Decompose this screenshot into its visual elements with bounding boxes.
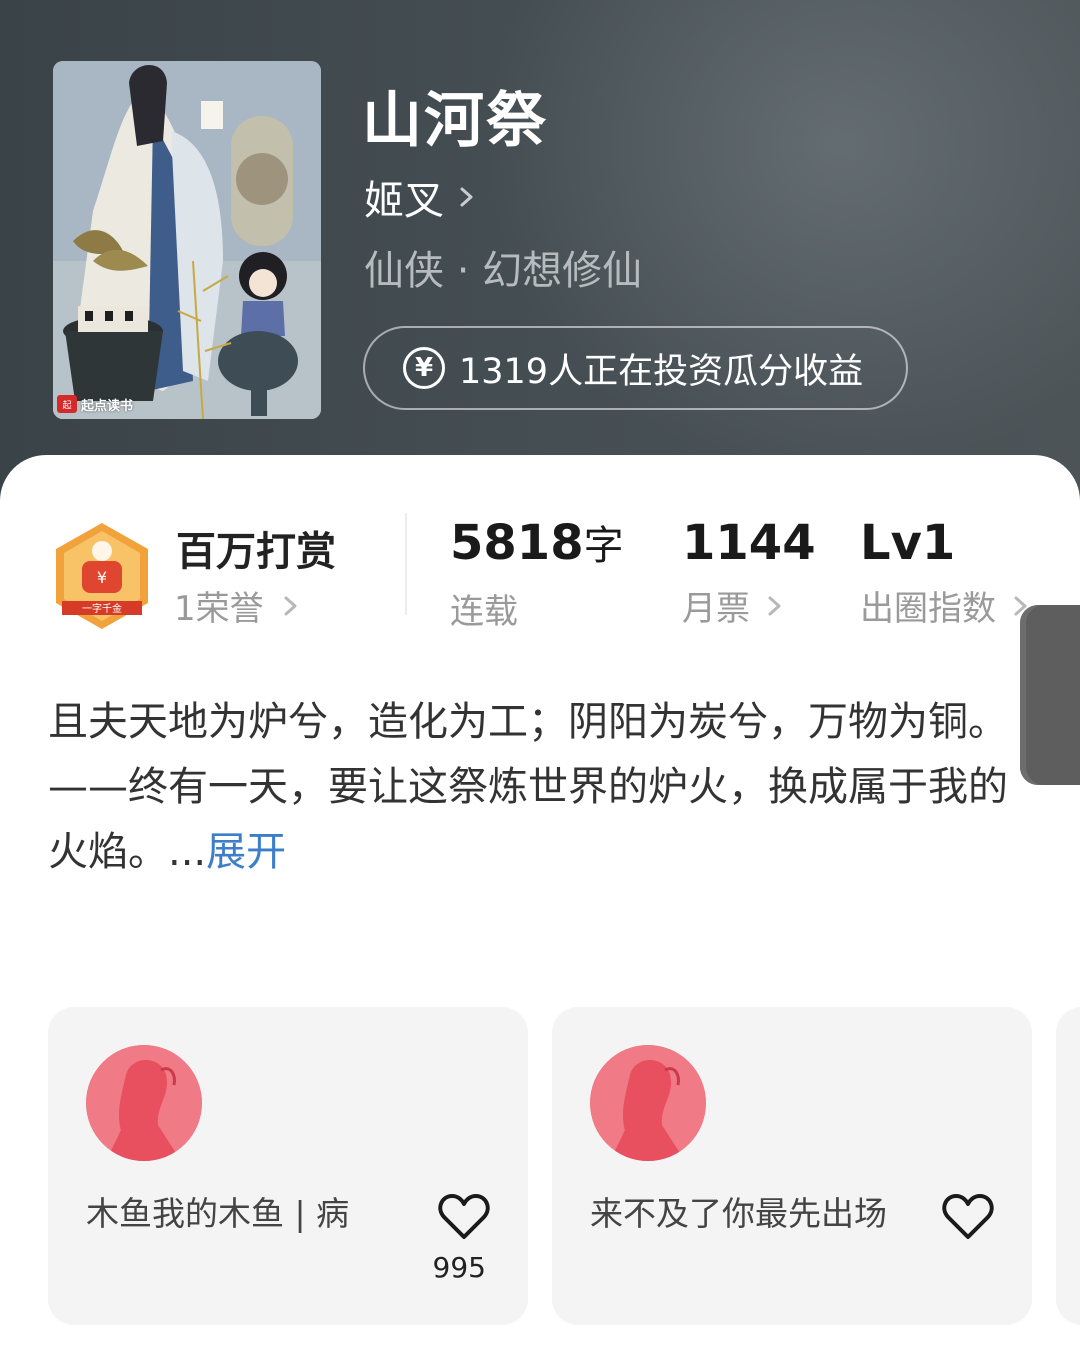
award-badge-icon[interactable]: ¥ 一字千金 xyxy=(52,521,152,631)
expand-synopsis-link[interactable]: 展开 xyxy=(206,829,286,875)
like-count: 995 xyxy=(432,1251,486,1284)
award-honor-count: 1荣誉 xyxy=(174,589,264,629)
publisher-logo-icon: 起 xyxy=(57,395,77,413)
fan-card[interactable]: 木鱼我的木鱼 | 病 995 xyxy=(48,1007,528,1325)
svg-text:¥: ¥ xyxy=(97,568,107,587)
stat-popularity-level[interactable]: Lv1 出圈指数 xyxy=(860,515,1030,630)
invest-label: 1319人正在投资瓜分收益 xyxy=(459,351,864,392)
author-name: 姬叉 xyxy=(364,178,444,224)
cover-illustration xyxy=(53,61,321,419)
book-header: 起 起点读书 山河祭 姬叉 仙侠 · 幻想修仙 ¥ 1319人正在投资瓜分收益 xyxy=(0,0,1080,500)
cover-publisher-badge: 起 起点读书 xyxy=(57,393,133,415)
fan-card[interactable] xyxy=(1056,1007,1080,1325)
fan-name: 木鱼我的木鱼 | 病 xyxy=(86,1194,350,1233)
chevron-right-icon xyxy=(460,187,473,207)
award-honor-link[interactable]: 1荣誉 xyxy=(174,581,300,630)
book-cover[interactable]: 起 起点读书 xyxy=(53,61,321,419)
heart-outline-icon[interactable] xyxy=(438,1193,490,1241)
award-title[interactable]: 百万打赏 xyxy=(176,519,336,577)
invest-button[interactable]: ¥ 1319人正在投资瓜分收益 xyxy=(363,326,908,410)
monthly-votes-value: 1144 xyxy=(682,515,816,571)
author-link[interactable]: 姬叉 xyxy=(364,168,476,226)
avatar-silhouette xyxy=(590,1045,706,1161)
book-title: 山河祭 xyxy=(362,86,548,156)
level-value: Lv1 xyxy=(860,515,956,571)
book-detail-panel: ¥ 一字千金 百万打赏 1荣誉 5818字 连载 1144 月票 Lv1 出圈指… xyxy=(0,455,1080,1348)
stats-divider xyxy=(405,513,407,615)
stat-monthly-votes[interactable]: 1144 月票 xyxy=(682,515,816,630)
stat-word-count: 5818字 连载 xyxy=(450,515,624,633)
word-count-unit: 字 xyxy=(583,523,624,569)
avatar[interactable] xyxy=(590,1045,706,1161)
avatar[interactable] xyxy=(86,1045,202,1161)
heart-outline-icon[interactable] xyxy=(942,1193,994,1241)
monthly-votes-label: 月票 xyxy=(682,589,750,629)
level-label: 出圈指数 xyxy=(860,589,996,629)
synopsis-line-1: 且夫天地为炉兮，造化为工；阴阳为炭兮，万物为铜。 xyxy=(48,699,1008,745)
synopsis-line-2: ——终有一天，要让这祭炼世界的炉火，换成属于我的火焰。... xyxy=(48,764,1008,875)
avatar-silhouette xyxy=(86,1045,202,1161)
book-synopsis[interactable]: 且夫天地为炉兮，造化为工；阴阳为炭兮，万物为铜。 ——终有一天，要让这祭炼世界的… xyxy=(48,690,1008,885)
award-badge-text: 一字千金 xyxy=(82,602,122,615)
word-count-label: 连载 xyxy=(450,592,518,632)
word-count-value: 5818 xyxy=(450,515,584,571)
yen-circle-icon: ¥ xyxy=(403,347,445,389)
fan-card[interactable]: 来不及了你最先出场 xyxy=(552,1007,1032,1325)
chevron-right-icon xyxy=(768,596,781,615)
floating-side-tab[interactable] xyxy=(1020,605,1080,785)
cover-publisher-label: 起点读书 xyxy=(81,398,134,414)
fan-name: 来不及了你最先出场 xyxy=(590,1194,887,1233)
book-genre[interactable]: 仙侠 · 幻想修仙 xyxy=(364,238,642,296)
chevron-right-icon xyxy=(284,596,297,615)
